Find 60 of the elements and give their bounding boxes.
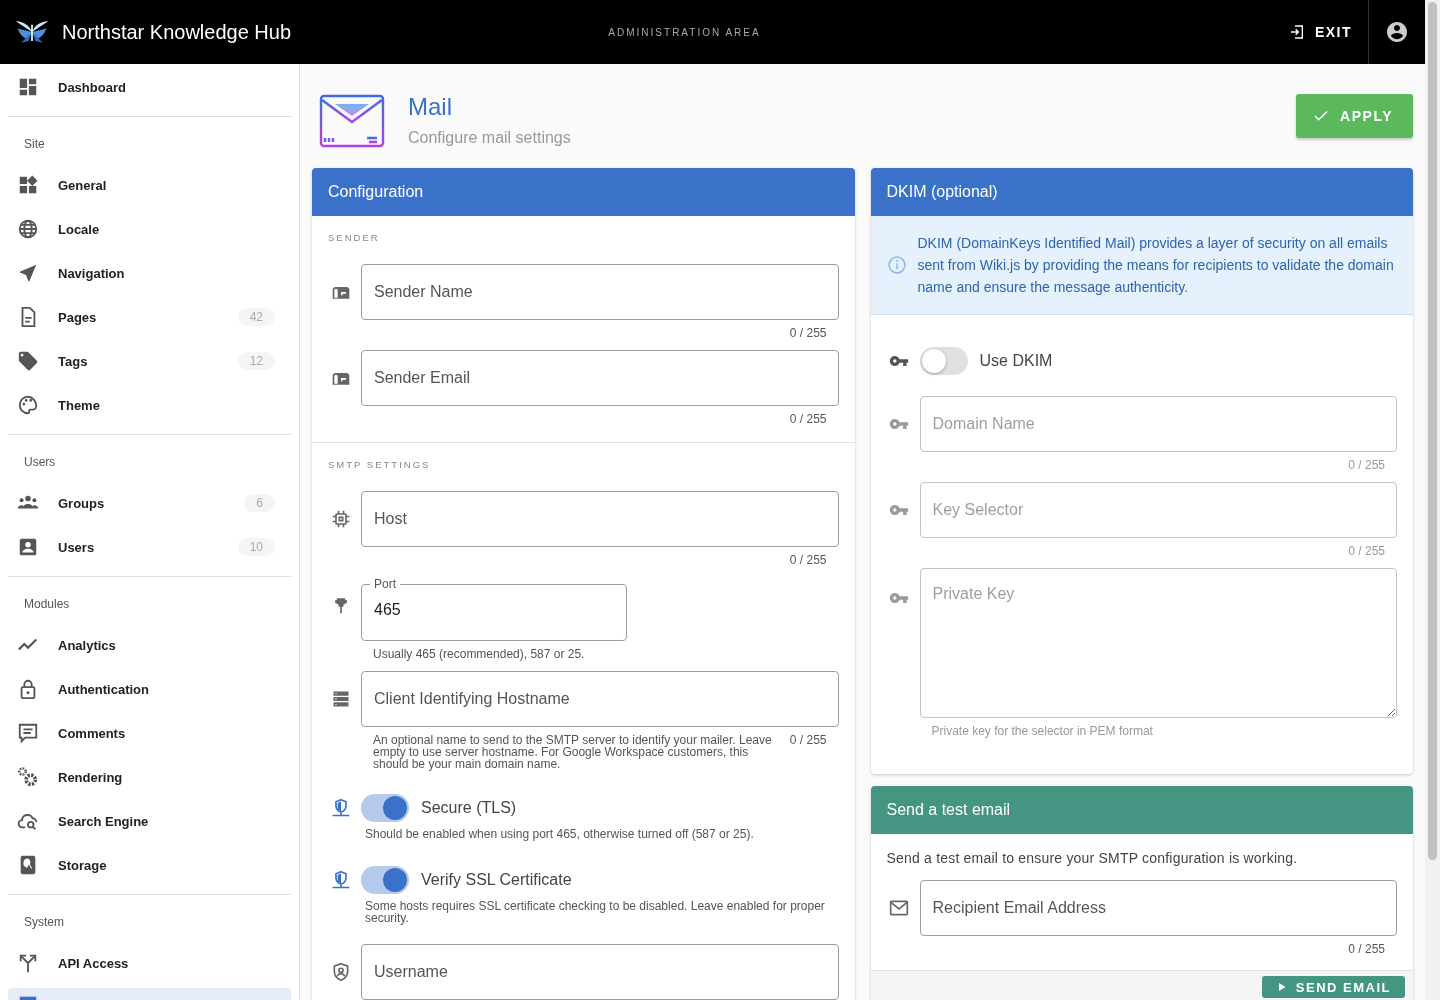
input-field[interactable]: Username — [361, 944, 839, 1000]
input-field[interactable]: Host — [361, 491, 839, 547]
send-email-button[interactable]: SEND EMAIL — [1261, 976, 1405, 998]
character-counter: 0 / 255 — [789, 732, 827, 749]
info-text: DKIM (DomainKeys Identified Mail) provides a layer of security on all emails sent from Wiki.js by providing the means for recipients to validate the domain name and ensure the message authenticity. — [917, 234, 1395, 297]
sidebar-item[interactable]: Rendering — [8, 755, 291, 799]
count-badge: 10 — [237, 538, 275, 556]
section-heading: Site — [23, 136, 46, 153]
sidebar-item[interactable]: Users 10 — [8, 525, 291, 569]
sidebar-item[interactable]: Analytics — [8, 623, 291, 667]
character-counter: 0 / 255 — [1348, 941, 1385, 958]
sidebar-item[interactable]: Comments — [8, 711, 291, 755]
input-field[interactable]: Port 465 — [361, 577, 627, 641]
sidebar-item[interactable]: API Access — [8, 941, 291, 985]
input-field[interactable]: Sender Email — [361, 350, 839, 406]
sidebar-item[interactable]: Locale — [8, 207, 291, 251]
sidebar-item[interactable]: Theme — [8, 383, 291, 427]
exit-button[interactable]: EXIT — [1272, 16, 1368, 48]
sidebar-item[interactable]: Authentication — [8, 667, 291, 711]
area-label: ADMINISTRATION AREA — [608, 26, 761, 38]
switch-label: Use DKIM — [979, 352, 1053, 370]
sidebar-item[interactable]: Search Engine — [8, 799, 291, 843]
section-heading: Modules — [23, 596, 71, 613]
sidebar-item[interactable]: General — [8, 163, 291, 207]
sidebar-item[interactable]: Groups 6 — [8, 481, 291, 525]
section-heading: SENDER — [328, 232, 381, 245]
section-heading: System — [23, 914, 65, 931]
card-title: Send a test email — [886, 801, 1011, 819]
character-counter: 0 / 255 — [789, 411, 827, 428]
input-field[interactable]: Sender Name — [361, 264, 839, 320]
help-text: Some hosts requires SSL certificate checking to be disabled. Leave enabled for proper security. — [365, 900, 826, 924]
help-text: Usually 465 (recommended), 587 or 25. — [373, 646, 586, 663]
switch-label: Secure (TLS) — [421, 799, 517, 817]
input-field[interactable]: Client Identifying Hostname — [361, 671, 839, 727]
count-badge: 12 — [237, 352, 275, 370]
section-heading: SMTP SETTINGS — [328, 459, 432, 472]
sidebar-item[interactable]: Tags 12 — [8, 339, 291, 383]
character-counter: 0 / 255 — [1348, 457, 1385, 474]
card-title: DKIM (optional) — [886, 183, 998, 201]
count-badge: 6 — [244, 494, 275, 512]
input-field[interactable]: Recipient Email Address — [919, 880, 1397, 936]
sidebar-item[interactable]: Dashboard — [8, 65, 291, 109]
help-text: An optional name to send to the SMTP server to identify your mailer. Leave empty to use server hostname. For Google Workspace customers, this should be your main domain name. — [373, 732, 773, 770]
character-counter: 0 / 255 — [789, 552, 827, 569]
sidebar-item[interactable]: Pages 42 — [8, 295, 291, 339]
help-text: Private key for the selector in PEM format — [931, 723, 1154, 740]
card-title: Configuration — [328, 183, 424, 201]
help-text: Should be enabled when using port 465, otherwise turned off (587 or 25). — [365, 828, 755, 840]
character-counter: 0 / 255 — [789, 325, 827, 342]
page-subtitle: Configure mail settings — [408, 129, 572, 147]
switch-label: Verify SSL Certificate — [421, 871, 572, 889]
description-text: Send a test email to ensure your SMTP configuration is working. — [886, 850, 1299, 866]
input-value[interactable]: 465 — [374, 591, 614, 629]
sidebar-item[interactable]: Navigation — [8, 251, 291, 295]
sidebar-item[interactable]: Storage — [8, 843, 291, 887]
page-title: Mail — [408, 93, 453, 121]
section-heading: Users — [23, 454, 57, 471]
character-counter: 0 / 255 — [1348, 543, 1385, 560]
app-title: Northstar Knowledge Hub — [62, 20, 291, 44]
count-badge: 42 — [237, 308, 275, 326]
